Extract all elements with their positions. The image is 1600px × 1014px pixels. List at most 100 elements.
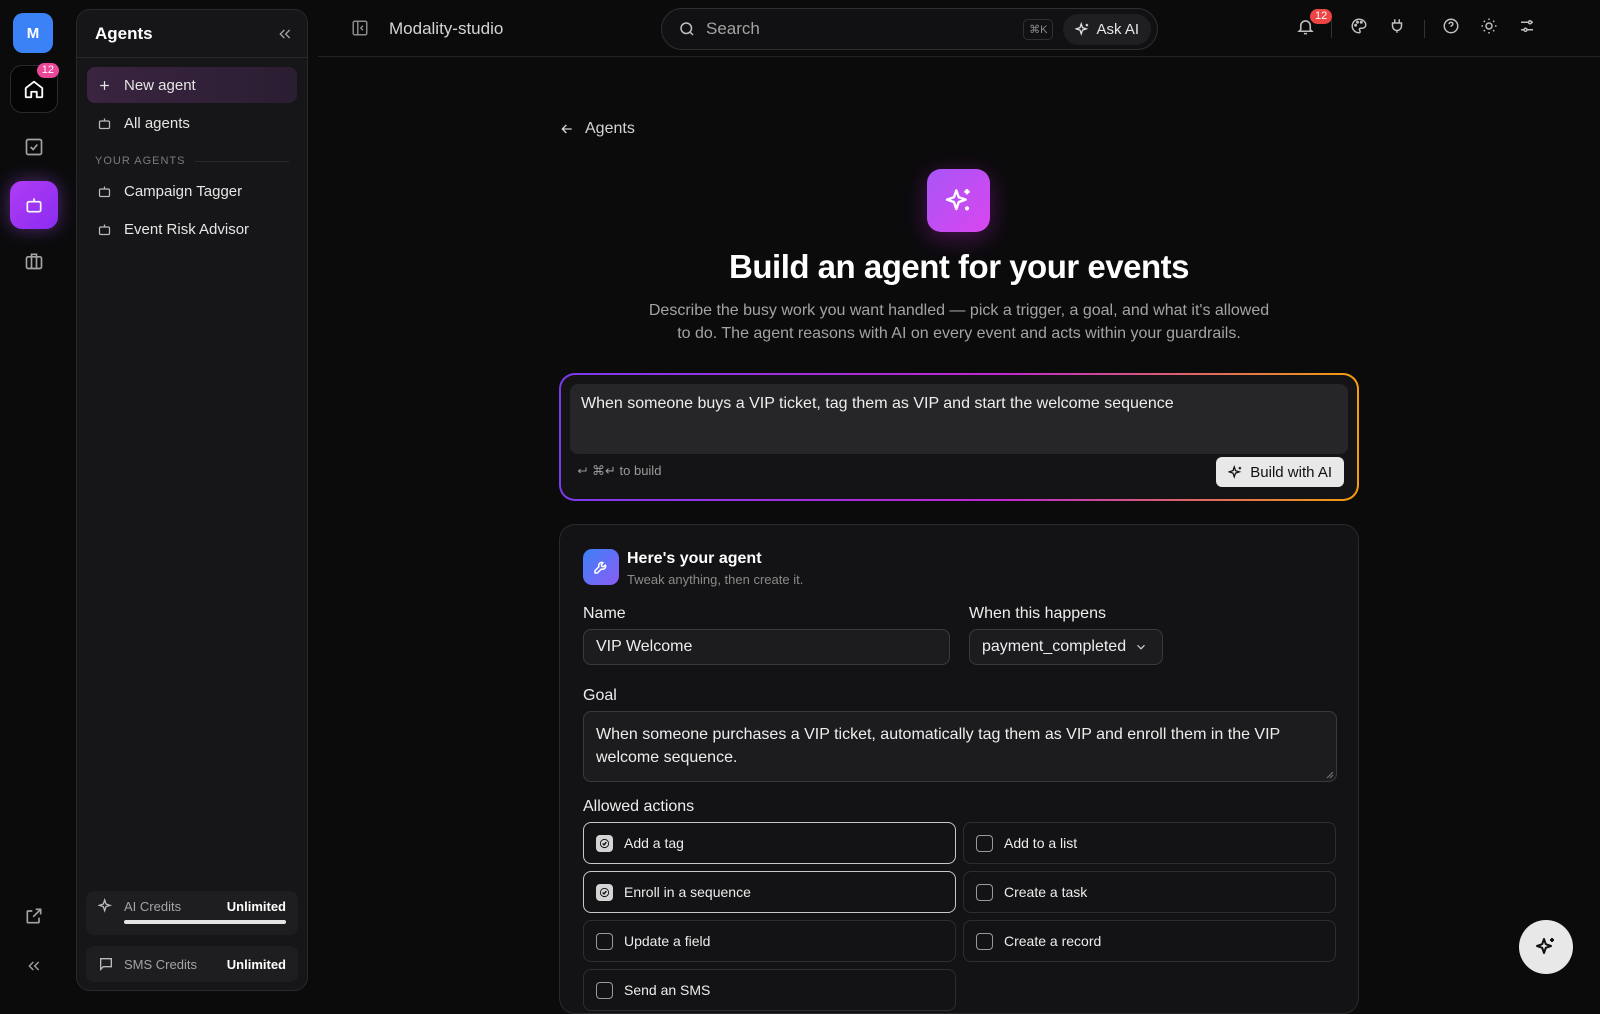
trigger-label: When this happens <box>969 605 1106 622</box>
sidebar-item-all-agents[interactable]: All agents <box>87 105 297 141</box>
plug-icon <box>1388 17 1406 35</box>
palette-icon <box>1350 17 1368 35</box>
message-icon <box>98 956 114 972</box>
plus-icon <box>97 78 112 93</box>
sparkle-icon <box>98 898 114 914</box>
ask-ai-button[interactable]: Ask AI <box>1063 13 1151 45</box>
back-to-agents-link[interactable]: Agents <box>559 120 635 138</box>
sidebar-item-label: Event Risk Advisor <box>124 220 250 238</box>
sidebar-item-label: All agents <box>124 114 190 132</box>
goal-text: When someone purchases a VIP ticket, aut… <box>596 726 1280 766</box>
agent-prompt-input[interactable]: When someone buys a VIP ticket, tag them… <box>570 384 1348 454</box>
card-subtitle: Tweak anything, then create it. <box>627 572 804 587</box>
sliders-icon <box>1518 17 1536 35</box>
toggle-sidebar-icon[interactable] <box>351 19 369 37</box>
checkbox-icon[interactable] <box>976 834 993 852</box>
prompt-hint-text: ⌘↵ to build <box>592 463 662 478</box>
rail-tasks-button[interactable] <box>10 123 58 171</box>
ai-credits-label: AI Credits <box>124 898 182 914</box>
avatar[interactable]: M <box>13 13 53 53</box>
sidebar-item-campaign-tagger[interactable]: Campaign Tagger <box>87 173 297 209</box>
sms-credits-value: Unlimited <box>226 956 286 972</box>
goal-textarea[interactable]: When someone purchases a VIP ticket, aut… <box>583 711 1337 782</box>
ai-credits-progress <box>124 920 286 924</box>
theme-button[interactable] <box>1480 17 1498 35</box>
plug-button[interactable] <box>1388 17 1406 35</box>
action-option-update-a-field[interactable]: Update a field <box>583 920 956 962</box>
checkbox-icon[interactable] <box>596 932 613 950</box>
rail-briefcase-button[interactable] <box>10 237 58 285</box>
action-option-add-a-tag[interactable]: Add a tag <box>583 822 956 864</box>
help-button[interactable] <box>1442 17 1460 35</box>
action-label: Enroll in a sequence <box>624 884 751 900</box>
action-label: Send an SMS <box>624 982 711 998</box>
search-placeholder: Search <box>706 19 760 38</box>
checkbox-icon[interactable] <box>976 932 993 950</box>
action-option-add-to-a-list[interactable]: Add to a list <box>963 822 1336 864</box>
notification-badge: 12 <box>1310 9 1333 24</box>
home-icon <box>23 78 45 100</box>
action-label: Add to a list <box>1004 835 1078 851</box>
new-agent-label: New agent <box>124 76 196 94</box>
sidebar-title: Agents <box>95 23 153 43</box>
checkbox-icon[interactable] <box>976 883 993 901</box>
workspace-name[interactable]: Modality-studio <box>389 19 503 39</box>
sparkles-icon <box>943 185 975 217</box>
action-option-enroll-in-a-sequence[interactable]: Enroll in a sequence <box>583 871 956 913</box>
collapse-sidebar-icon[interactable] <box>277 26 293 42</box>
agent-name-input[interactable]: VIP Welcome <box>583 629 950 665</box>
agents-icon <box>24 195 44 215</box>
actions-label: Allowed actions <box>583 798 695 815</box>
rail-collapse-button[interactable] <box>10 942 58 990</box>
checkbox-icon[interactable] <box>596 981 613 999</box>
new-agent-button[interactable]: New agent <box>87 67 297 103</box>
action-option-send-an-sms[interactable]: Send an SMS <box>583 969 956 1011</box>
palette-button[interactable] <box>1350 17 1368 35</box>
search-input[interactable]: Search ⌘K Ask AI <box>661 8 1158 50</box>
briefcase-icon <box>24 251 44 271</box>
ai-prompt-box: When someone buys a VIP ticket, tag them… <box>559 373 1359 501</box>
settings-button[interactable] <box>1518 17 1536 35</box>
build-with-ai-button[interactable]: Build with AI <box>1216 457 1344 487</box>
action-label: Add a tag <box>624 835 684 851</box>
page-title: Build an agent for your events <box>729 248 1189 285</box>
bot-icon <box>97 116 112 131</box>
sidebar-item-label: Campaign Tagger <box>124 182 243 200</box>
rail-home-button[interactable]: 12 <box>10 63 59 113</box>
checkbox-checked-icon[interactable] <box>596 834 613 852</box>
sms-credits-label: SMS Credits <box>124 956 197 972</box>
bot-icon <box>97 184 112 199</box>
build-with-ai-label: Build with AI <box>1250 463 1332 481</box>
collapse-icon <box>26 958 42 974</box>
action-option-create-a-task[interactable]: Create a task <box>963 871 1336 913</box>
notifications-button[interactable]: 12 <box>1296 9 1333 36</box>
card-badge <box>583 549 619 585</box>
sparkle-icon <box>1228 464 1243 480</box>
search-shortcut: ⌘K <box>1023 18 1054 40</box>
trigger-value: payment_completed <box>982 638 1127 655</box>
card-title: Here's your agent <box>627 550 762 567</box>
search-icon <box>678 20 696 38</box>
name-label: Name <box>583 605 626 622</box>
external-link-icon <box>24 906 44 926</box>
action-label: Create a record <box>1004 933 1102 949</box>
sparkles-icon <box>1534 935 1558 959</box>
goal-label: Goal <box>583 687 617 704</box>
action-option-create-a-record[interactable]: Create a record <box>963 920 1336 962</box>
trigger-select[interactable]: payment_completed <box>969 629 1163 665</box>
rail-agents-button[interactable] <box>10 181 58 229</box>
ai-credits: AI Credits Unlimited <box>86 891 298 935</box>
sun-icon <box>1480 17 1498 35</box>
hero-sparkle-badge <box>927 169 990 232</box>
rail-external-button[interactable] <box>10 892 58 940</box>
sidebar-item-event-risk-advisor[interactable]: Event Risk Advisor <box>87 211 297 247</box>
back-label: Agents <box>585 120 635 137</box>
ai-assistant-button[interactable] <box>1519 920 1573 974</box>
arrow-left-icon <box>559 121 575 137</box>
agent-preview-card: Here's your agent Tweak anything, then c… <box>559 524 1359 1014</box>
resize-handle-icon[interactable] <box>1326 771 1334 779</box>
sidebar-header: Agents <box>77 10 307 58</box>
checkbox-checked-icon[interactable] <box>596 883 613 901</box>
wrench-icon <box>592 558 610 576</box>
your-agents-section-label: YOUR AGENTS <box>95 155 289 167</box>
